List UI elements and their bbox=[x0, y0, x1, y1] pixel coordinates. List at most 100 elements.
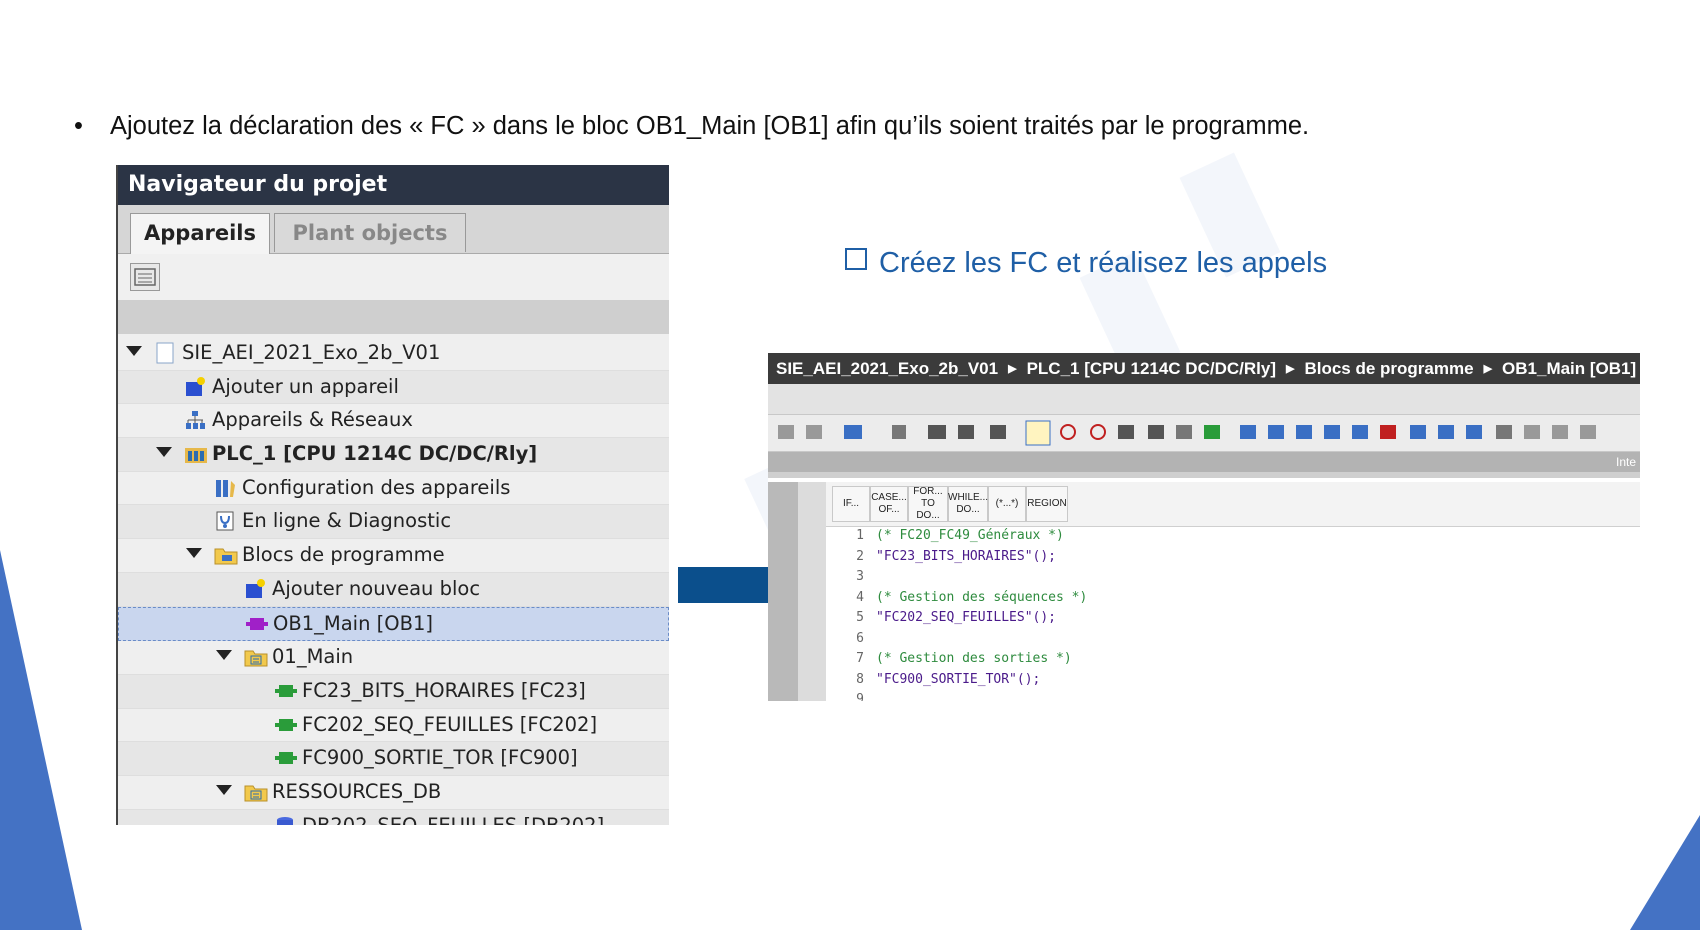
breadcrumb-item[interactable]: SIE_AEI_2021_Exo_2b_V01 bbox=[776, 359, 998, 378]
corner-decoration-left bbox=[0, 550, 82, 930]
network-icon bbox=[184, 409, 206, 431]
line-number: 6 bbox=[856, 630, 864, 646]
corner-decoration-right bbox=[1630, 815, 1700, 930]
code-editor: SIE_AEI_2021_Exo_2b_V01 ▶ PLC_1 [CPU 1214C… bbox=[768, 353, 1640, 701]
tree-item-label: OB1_Main [OB1] bbox=[273, 611, 433, 635]
toolbar-button-icons bbox=[778, 420, 1596, 446]
code-text: "FC23_BITS_HORAIRES"(); bbox=[876, 548, 1057, 564]
editor-body: IF... CASE... OF... FOR... TO DO... WHIL… bbox=[768, 482, 1640, 701]
tree-item-fc202[interactable]: FC202_SEQ_FEUILLES [FC202] bbox=[118, 709, 669, 743]
keyword-bar: IF... CASE... OF... FOR... TO DO... WHIL… bbox=[826, 482, 1640, 527]
fc-block-icon bbox=[274, 714, 297, 736]
breadcrumb-item[interactable]: PLC_1 [CPU 1214C DC/DC/Rly] bbox=[1027, 359, 1276, 378]
tree-item-fc23[interactable]: FC23_BITS_HORAIRES [FC23] bbox=[118, 674, 669, 709]
keyword-for-button[interactable]: FOR... TO DO... bbox=[908, 486, 948, 522]
tree-item-add-device[interactable]: Ajouter un appareil bbox=[118, 370, 669, 405]
line-number: 7 bbox=[856, 651, 864, 666]
breadcrumb-item[interactable]: OB1_Main [OB1] bbox=[1502, 359, 1636, 378]
checkbox-square-icon bbox=[845, 248, 867, 270]
subtitle-text: Créez les FC et réalisez les appels bbox=[879, 247, 1328, 279]
project-tree: SIE_AEI_2021_Exo_2b_V01 Ajouter un appar… bbox=[118, 334, 669, 825]
tab-plant-objects[interactable]: Plant objects bbox=[274, 213, 466, 252]
fc-block-icon bbox=[274, 680, 297, 702]
tree-item-label: Ajouter nouveau bloc bbox=[272, 576, 481, 600]
bullet-mark: • bbox=[74, 112, 83, 140]
breadcrumb-item[interactable]: Blocs de programme bbox=[1304, 359, 1473, 378]
tree-item-label: FC900_SORTIE_TOR [FC900] bbox=[302, 746, 578, 770]
expand-arrow-icon[interactable] bbox=[216, 650, 232, 661]
group-folder-icon bbox=[244, 781, 268, 803]
line-number: 5 bbox=[856, 610, 864, 625]
keyword-region-button[interactable]: REGION bbox=[1026, 486, 1068, 522]
tree-item-label: Appareils & Réseaux bbox=[212, 408, 413, 432]
code-line: 9 bbox=[826, 692, 876, 701]
tree-item-plc[interactable]: PLC_1 [CPU 1214C DC/DC/Rly] bbox=[118, 438, 669, 472]
instruction-line: • Ajoutez la déclaration des « FC » dans … bbox=[74, 112, 1309, 141]
ob-block-icon bbox=[245, 613, 268, 635]
tree-item-add-block[interactable]: Ajouter nouveau bloc bbox=[118, 572, 669, 607]
tab-appareils[interactable]: Appareils bbox=[130, 213, 270, 255]
tree-item-project[interactable]: SIE_AEI_2021_Exo_2b_V01 bbox=[118, 337, 669, 371]
breadcrumb: SIE_AEI_2021_Exo_2b_V01 ▶ PLC_1 [CPU 1214C… bbox=[768, 353, 1640, 384]
code-line: 7 (* Gestion des sorties *) bbox=[826, 651, 1072, 671]
breadcrumb-separator-icon: ▶ bbox=[1285, 363, 1295, 375]
expand-arrow-icon[interactable] bbox=[216, 784, 232, 795]
keyword-comment-button[interactable]: (*...*) bbox=[988, 486, 1026, 522]
code-line: 6 bbox=[826, 631, 876, 651]
code-line: 1 (* FC20_FC49_Généraux *) bbox=[826, 528, 1064, 548]
program-blocks-folder-icon bbox=[214, 544, 238, 566]
tree-item-label: FC23_BITS_HORAIRES [FC23] bbox=[302, 678, 586, 702]
keyword-case-button[interactable]: CASE... OF... bbox=[870, 486, 908, 522]
plc-icon bbox=[184, 443, 207, 465]
tree-item-label: FC202_SEQ_FEUILLES [FC202] bbox=[302, 712, 598, 736]
tree-item-devices-networks[interactable]: Appareils & Réseaux bbox=[118, 404, 669, 439]
add-block-icon bbox=[244, 578, 266, 600]
tree-item-label: Configuration des appareils bbox=[242, 475, 511, 499]
code-text: "FC202_SEQ_FEUILLES"(); bbox=[876, 610, 1057, 625]
tree-item-label: RESSOURCES_DB bbox=[272, 779, 442, 803]
tree-item-ressources-db[interactable]: RESSOURCES_DB bbox=[118, 776, 669, 810]
tree-item-device-config[interactable]: Configuration des appareils bbox=[118, 472, 669, 506]
editor-strip bbox=[768, 384, 1640, 415]
navigator-toolbar bbox=[118, 254, 669, 300]
expand-arrow-icon[interactable] bbox=[156, 447, 172, 458]
line-number: 4 bbox=[856, 589, 864, 605]
tree-item-label: Blocs de programme bbox=[242, 543, 445, 567]
editor-gutter bbox=[768, 482, 798, 701]
tree-item-01-main[interactable]: 01_Main bbox=[118, 641, 669, 675]
overview-icon[interactable] bbox=[130, 263, 160, 291]
group-folder-icon bbox=[244, 646, 268, 668]
subtitle: Créez les FC et réalisez les appels bbox=[845, 247, 1327, 280]
navigator-strip bbox=[118, 300, 669, 334]
tree-item-label: PLC_1 [CPU 1214C DC/DC/Rly] bbox=[212, 442, 538, 466]
expand-arrow-icon[interactable] bbox=[126, 346, 142, 356]
line-number: 1 bbox=[856, 528, 864, 543]
keyword-while-button[interactable]: WHILE... DO... bbox=[948, 486, 988, 522]
tree-item-label: 01_Main bbox=[272, 645, 354, 669]
tree-item-ob1-main[interactable]: OB1_Main [OB1] bbox=[118, 606, 669, 642]
toolbar-icons bbox=[778, 420, 1596, 446]
info-tab[interactable]: Inte bbox=[768, 452, 1640, 472]
tree-item-label: DB202_SEQ_FEUILLES [DB202] bbox=[302, 814, 604, 825]
code-area[interactable]: 1 (* FC20_FC49_Généraux *) 2 "FC23_BITS_HO… bbox=[826, 527, 1640, 701]
navigator-tabs: Appareils Plant objects bbox=[118, 205, 669, 255]
code-text: (* Gestion des séquences *) bbox=[876, 589, 1088, 605]
line-number: 2 bbox=[856, 548, 864, 564]
tree-item-db202[interactable]: DB202_SEQ_FEUILLES [DB202] bbox=[118, 809, 669, 825]
editor-gap bbox=[768, 472, 1640, 478]
tree-item-online-diagnostic[interactable]: En ligne & Diagnostic bbox=[118, 505, 669, 540]
code-line: 8 "FC900_SORTIE_TOR"(); bbox=[826, 672, 1040, 692]
tree-item-fc900[interactable]: FC900_SORTIE_TOR [FC900] bbox=[118, 742, 669, 776]
code-line: 2 "FC23_BITS_HORAIRES"(); bbox=[826, 549, 1056, 569]
code-text: (* FC20_FC49_Généraux *) bbox=[876, 528, 1064, 543]
navigator-title: Navigateur du projet bbox=[118, 165, 669, 205]
editor-gutter-light bbox=[798, 482, 826, 701]
code-line: 5 "FC202_SEQ_FEUILLES"(); bbox=[826, 610, 1056, 630]
expand-arrow-icon[interactable] bbox=[186, 548, 202, 559]
tree-item-program-blocks[interactable]: Blocs de programme bbox=[118, 539, 669, 573]
keyword-if-button[interactable]: IF... bbox=[832, 486, 870, 522]
code-text: (* Gestion des sorties *) bbox=[876, 651, 1072, 666]
diagnostic-icon bbox=[214, 510, 236, 532]
line-number: 3 bbox=[856, 569, 864, 584]
breadcrumb-separator-icon: ▶ bbox=[1008, 363, 1017, 375]
